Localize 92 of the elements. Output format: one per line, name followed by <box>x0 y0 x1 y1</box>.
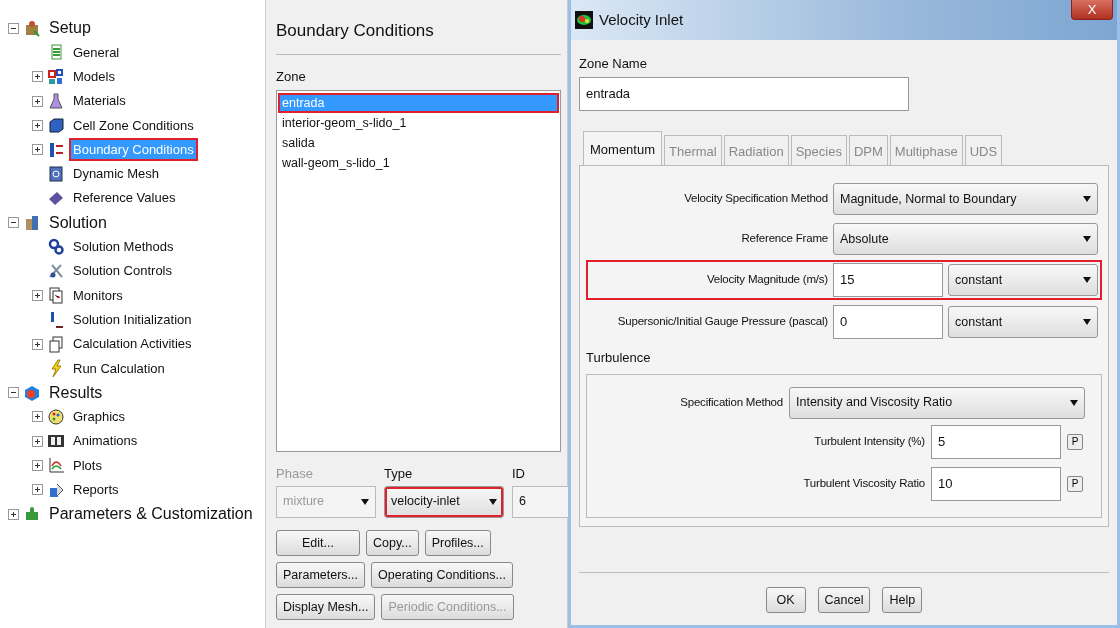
expand-toggle[interactable] <box>32 289 43 301</box>
id-label: ID <box>512 465 526 483</box>
caret-icon <box>1083 319 1091 325</box>
tree-item[interactable]: Monitors <box>69 283 127 308</box>
tree-item[interactable]: Animations <box>69 429 142 453</box>
tree-item[interactable]: Solution <box>45 208 111 237</box>
field-label: Velocity Magnitude (m/s) <box>705 272 828 288</box>
zone-item[interactable]: interior-geom_s-lido_1 <box>278 113 559 133</box>
dropdown[interactable]: constant <box>948 264 1098 296</box>
tree-item[interactable]: Calculation Activities <box>69 332 196 356</box>
expand-toggle[interactable] <box>32 484 43 496</box>
tree-item[interactable]: Solution Controls <box>69 259 176 283</box>
field-label: Supersonic/Initial Gauge Pressure (pascal) <box>616 314 828 330</box>
caret-icon <box>1083 277 1091 283</box>
group-title: Turbulence <box>586 349 652 367</box>
caret-icon <box>1070 399 1078 406</box>
tree-item[interactable]: Materials <box>69 89 130 113</box>
blocks-icon <box>47 67 65 86</box>
tree-item[interactable]: Results <box>45 378 107 407</box>
tree-item[interactable]: General <box>69 40 124 65</box>
tree-item[interactable]: Dynamic Mesh <box>69 162 163 186</box>
type-dropdown[interactable]: velocity-inlet <box>384 485 504 518</box>
expand-toggle[interactable] <box>32 338 43 350</box>
collapse-toggle[interactable] <box>8 217 19 228</box>
panel-title: Boundary Conditions <box>276 10 561 55</box>
panel-button[interactable]: Copy... <box>366 529 419 556</box>
phase-label: Phase <box>276 465 314 483</box>
zone-name-label: Zone Name <box>579 55 648 73</box>
parameter-button[interactable]: P <box>1067 433 1083 450</box>
tree-item[interactable]: Run Calculation <box>69 356 169 381</box>
tree-item[interactable]: Graphics <box>69 405 130 429</box>
dropdown[interactable]: constant <box>948 306 1098 338</box>
field-label: Turbulent Viscosity Ratio <box>802 475 925 491</box>
value-field[interactable]: 10 <box>931 466 1061 501</box>
expand-toggle[interactable] <box>32 460 43 471</box>
cube-icon <box>47 116 65 135</box>
tree-item[interactable]: Plots <box>69 453 106 478</box>
dialog-button[interactable]: OK <box>765 587 806 613</box>
tree-item[interactable]: Models <box>69 65 119 89</box>
expand-toggle[interactable] <box>32 95 43 107</box>
panel-button[interactable]: Profiles... <box>424 529 491 556</box>
expand-toggle[interactable] <box>8 508 19 520</box>
field-label: Velocity Specification Method <box>683 191 828 207</box>
flask-icon <box>47 92 65 111</box>
field-label: Specification Method <box>679 394 783 410</box>
caret-icon <box>1083 196 1091 202</box>
dropdown[interactable]: Absolute <box>833 223 1098 255</box>
dropdown[interactable]: Magnitude, Normal to Boundary <box>833 183 1098 215</box>
expand-toggle[interactable] <box>32 119 43 131</box>
panel-button[interactable]: Display Mesh... <box>276 593 376 620</box>
caret-icon <box>361 498 369 505</box>
dialog-button[interactable]: Cancel <box>817 587 871 613</box>
expand-toggle[interactable] <box>32 435 43 447</box>
plot-icon <box>47 456 65 475</box>
panel-button[interactable]: Operating Conditions... <box>371 561 513 588</box>
expand-toggle[interactable] <box>32 144 43 156</box>
expand-toggle[interactable] <box>32 71 43 83</box>
tree-item[interactable]: Solution Initialization <box>69 307 196 332</box>
zone-name-field[interactable]: entrada <box>579 76 909 111</box>
tree-item[interactable]: Reports <box>69 478 123 502</box>
panel-button[interactable]: Parameters... <box>276 561 366 588</box>
expand-toggle[interactable] <box>32 411 43 423</box>
zone-item[interactable]: salida <box>278 133 559 153</box>
caret-icon <box>489 498 497 505</box>
value-field[interactable]: 15 <box>833 263 943 297</box>
app-icon <box>575 11 593 29</box>
zone-label: Zone <box>276 67 307 86</box>
type-label: Type <box>384 465 414 483</box>
pages-icon <box>47 335 65 353</box>
monitor-icon <box>47 286 65 305</box>
tree-item[interactable]: Reference Values <box>69 186 180 210</box>
value-field[interactable]: 5 <box>931 424 1061 459</box>
window-title: Velocity Inlet <box>599 9 684 30</box>
close-button[interactable]: X <box>1071 0 1113 20</box>
dialog-button[interactable]: Help <box>882 587 923 613</box>
tree-item[interactable]: Setup <box>45 14 95 43</box>
field-label: Reference Frame <box>740 231 828 247</box>
zone-item[interactable]: wall-geom_s-lido_1 <box>278 153 559 173</box>
tree-item[interactable]: Solution Methods <box>69 235 178 259</box>
dropdown[interactable]: Intensity and Viscosity Ratio <box>789 386 1085 419</box>
caret-icon <box>1083 236 1091 242</box>
collapse-toggle[interactable] <box>8 22 19 34</box>
collapse-toggle[interactable] <box>8 387 19 399</box>
tree-item[interactable]: Cell Zone Conditions <box>69 113 198 138</box>
value-field[interactable]: 0 <box>833 305 943 339</box>
tab[interactable]: Momentum <box>583 130 663 165</box>
field-label: Turbulent Intensity (%) <box>813 433 925 449</box>
tree-item[interactable]: Parameters & Customization <box>45 500 257 529</box>
palette-icon <box>47 407 65 426</box>
phase-dropdown: mixture <box>276 485 376 518</box>
panel-button[interactable]: Edit... <box>276 529 360 556</box>
parameter-button[interactable]: P <box>1067 475 1083 492</box>
